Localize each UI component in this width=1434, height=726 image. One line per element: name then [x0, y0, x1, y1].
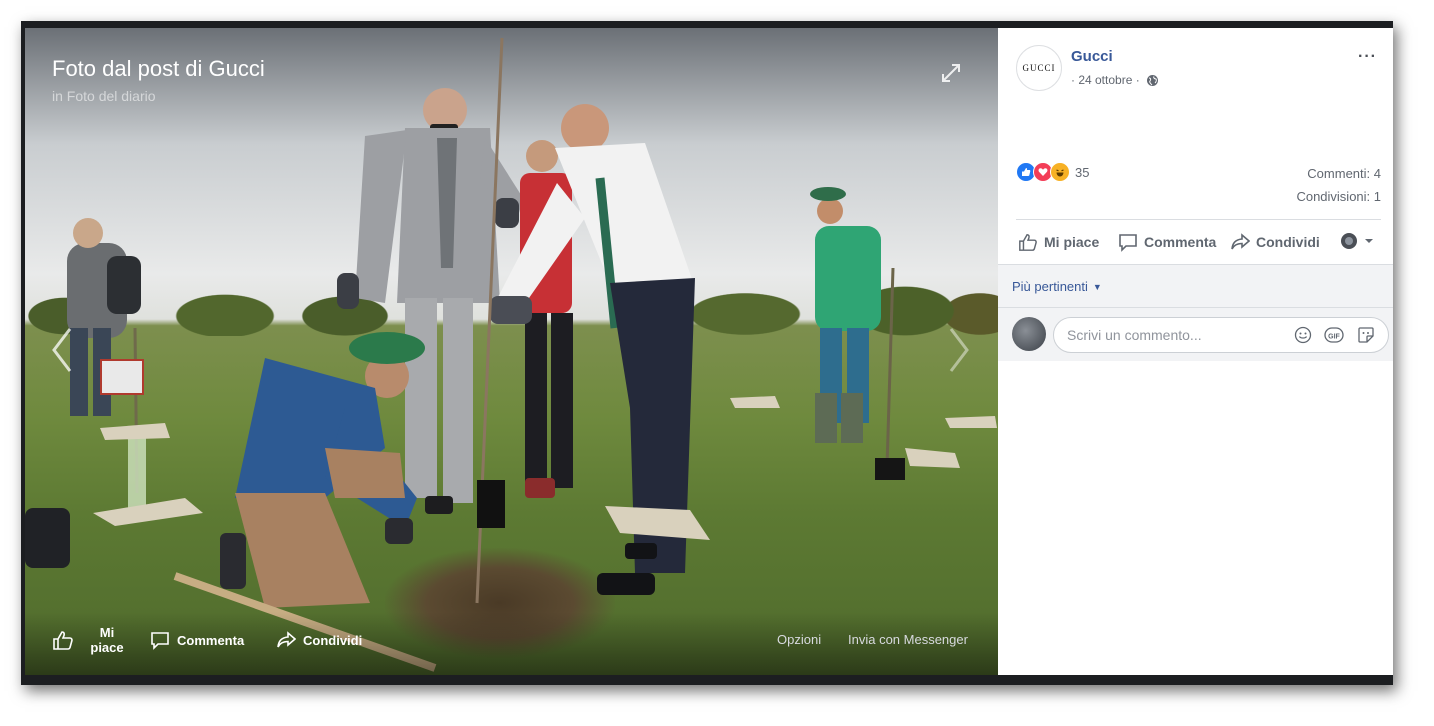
share-button-label: Condividi: [1256, 234, 1320, 250]
previous-photo-arrow-icon[interactable]: [48, 325, 76, 375]
photo-album-link[interactable]: in Foto del diario: [52, 88, 156, 104]
page-name-link[interactable]: Gucci: [1071, 48, 1113, 65]
comments-count-link[interactable]: Commenti: 4: [1307, 166, 1381, 181]
stats-divider: [1016, 219, 1381, 220]
photo-title: Foto dal post di Gucci: [52, 56, 265, 81]
current-user-avatar[interactable]: [1012, 317, 1046, 351]
thumbs-up-icon: [53, 631, 73, 650]
gif-icon-label: GIF: [1328, 334, 1340, 341]
share-arrow-icon: [277, 631, 296, 648]
post-photo[interactable]: [25, 28, 998, 675]
more-options-button[interactable]: ···: [1358, 48, 1377, 66]
like-button-label: Mi piace: [1044, 234, 1100, 250]
photo-share-button[interactable]: Condividi: [276, 630, 362, 650]
photo-people: [25, 37, 997, 672]
comment-sort-dropdown[interactable]: Più pertinenti ▼: [1012, 279, 1102, 294]
post-timestamp: · 24 ottobre ·: [1071, 73, 1159, 87]
share-button[interactable]: Condividi: [1230, 232, 1320, 252]
comment-sort-label: Più pertinenti: [1012, 279, 1088, 294]
sticker-icon[interactable]: [1356, 325, 1376, 345]
shares-count-link[interactable]: Condivisioni: 1: [1296, 189, 1381, 204]
comment-bubble-icon: [1119, 234, 1137, 252]
comment-button[interactable]: Commenta: [1118, 232, 1216, 252]
photo-share-label: Condividi: [303, 632, 363, 648]
photo-like-button[interactable]: Mi piace: [52, 625, 125, 655]
share-arrow-icon: [1231, 233, 1250, 250]
comments-divider: [998, 307, 1393, 308]
caret-down-icon: ▼: [1092, 281, 1102, 292]
post-date-text[interactable]: · 24 ottobre ·: [1071, 73, 1140, 87]
comment-button-label: Commenta: [1144, 234, 1217, 250]
photo-options-link[interactable]: Opzioni: [777, 632, 821, 647]
reactions-count: 35: [1075, 164, 1090, 180]
chevron-down-icon: [1365, 239, 1373, 243]
comment-bubble-icon: [151, 632, 169, 650]
like-button[interactable]: Mi piace: [1018, 232, 1099, 252]
avatar-logo-text: GUCCI: [1022, 63, 1056, 73]
photo-comment-label: Commenta: [177, 632, 245, 648]
photo-like-label: Mi piace: [90, 625, 124, 655]
fullscreen-expand-icon[interactable]: [940, 62, 962, 84]
next-photo-arrow-icon[interactable]: [945, 325, 973, 375]
audience-selector[interactable]: [1340, 232, 1380, 250]
send-with-messenger-link[interactable]: Invia con Messenger: [848, 632, 968, 647]
emoji-icon[interactable]: [1293, 325, 1313, 345]
thumbs-up-icon: [1019, 233, 1037, 251]
globe-icon: [1146, 74, 1158, 86]
haha-reaction-icon: [1050, 162, 1070, 182]
reactions-summary[interactable]: 35: [1016, 162, 1089, 182]
page-avatar[interactable]: GUCCI: [1016, 45, 1062, 91]
gif-icon[interactable]: GIF: [1324, 325, 1344, 345]
photo-comment-button[interactable]: Commenta: [150, 630, 244, 650]
profile-globe-icon: [1341, 233, 1357, 249]
